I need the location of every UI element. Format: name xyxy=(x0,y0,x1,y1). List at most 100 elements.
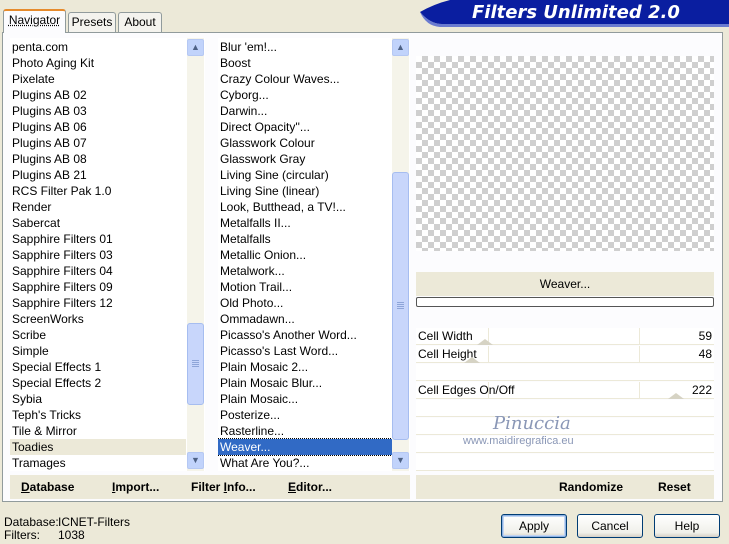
filter-list-item[interactable]: Picasso's Another Word... xyxy=(218,327,394,343)
filter-scrollbar[interactable]: ▲ ▼ xyxy=(392,38,409,471)
tab-about-label: About xyxy=(124,15,156,29)
category-list-item[interactable]: Sybia xyxy=(10,391,186,407)
category-list-item[interactable]: Special Effects 1 xyxy=(10,359,186,375)
category-list-item[interactable]: penta.com xyxy=(10,39,186,55)
category-list-item[interactable]: Render xyxy=(10,199,186,215)
param-cell-width[interactable]: Cell Width 59 xyxy=(416,328,714,345)
category-list-item[interactable]: Scribe xyxy=(10,327,186,343)
tab-navigator-label: Navigator xyxy=(8,13,61,27)
category-list-item[interactable]: Sapphire Filters 01 xyxy=(10,231,186,247)
filter-list-item[interactable]: Metalwork... xyxy=(218,263,394,279)
filter-scroll-thumb[interactable] xyxy=(392,172,409,440)
filter-list-item[interactable]: Blur 'em!... xyxy=(218,39,394,55)
category-list[interactable]: penta.com Photo Aging Kit Pixelate Plugins … xyxy=(10,38,205,471)
category-list-item[interactable]: Pixelate xyxy=(10,71,186,87)
tab-about[interactable]: About xyxy=(118,12,162,32)
category-list-item[interactable]: Sapphire Filters 04 xyxy=(10,263,186,279)
apply-button[interactable]: Apply xyxy=(501,514,567,538)
filter-list-item[interactable]: Glasswork Gray xyxy=(218,151,394,167)
category-list-item[interactable]: Plugins AB 08 xyxy=(10,151,186,167)
tab-presets[interactable]: Presets xyxy=(68,12,116,32)
filter-list-item[interactable]: What Are You?... xyxy=(218,455,394,471)
editor-button[interactable]: Editor... xyxy=(288,475,332,499)
category-scroll-thumb[interactable] xyxy=(187,323,204,405)
category-list-item[interactable]: Plugins AB 21 xyxy=(10,167,186,183)
filter-list-item[interactable]: Look, Butthead, a TV!... xyxy=(218,199,394,215)
filters-count-value: 1038 xyxy=(58,528,85,542)
filter-info-button[interactable]: Filter Info... xyxy=(191,475,256,499)
left-action-bar: Database Import... Filter Info... Editor… xyxy=(10,475,410,499)
preview-canvas xyxy=(416,56,714,251)
database-button[interactable]: Database xyxy=(21,475,74,499)
import-button[interactable]: Import... xyxy=(112,475,159,499)
category-list-item[interactable]: ScreenWorks xyxy=(10,311,186,327)
category-list-item[interactable]: Toadies xyxy=(10,439,186,455)
param-cell-edges[interactable]: Cell Edges On/Off 222 xyxy=(416,382,714,399)
category-list-item[interactable]: Special Effects 2 xyxy=(10,375,186,391)
category-list-item[interactable]: Teph's Tricks xyxy=(10,407,186,423)
filter-list-item[interactable]: Picasso's Last Word... xyxy=(218,343,394,359)
filter-list-item[interactable]: Rasterline... xyxy=(218,423,394,439)
filter-list-item[interactable]: Weaver... xyxy=(218,438,395,456)
filter-list-item[interactable]: Motion Trail... xyxy=(218,279,394,295)
slider-marker[interactable] xyxy=(477,339,493,345)
app-title: Filters Unlimited 2.0 xyxy=(472,2,680,23)
slider-marker[interactable] xyxy=(668,393,684,399)
slider-marker[interactable] xyxy=(464,357,480,363)
filter-list-item[interactable]: Old Photo... xyxy=(218,295,394,311)
category-list-item[interactable]: RCS Filter Pak 1.0 xyxy=(10,183,186,199)
category-list-item[interactable]: Sabercat xyxy=(10,215,186,231)
filter-list[interactable]: Blur 'em!... Boost Crazy Colour Waves... Cy… xyxy=(218,38,410,471)
chevron-up-icon[interactable]: ▲ xyxy=(187,39,204,56)
randomize-button[interactable]: Randomize xyxy=(559,475,623,499)
filter-list-item[interactable]: Metalfalls II... xyxy=(218,215,394,231)
filter-list-item[interactable]: Metallic Onion... xyxy=(218,247,394,263)
tab-navigator[interactable]: Navigator xyxy=(3,9,66,33)
help-button[interactable]: Help xyxy=(654,514,720,538)
filter-list-item[interactable]: Crazy Colour Waves... xyxy=(218,71,394,87)
filter-list-item[interactable]: Cyborg... xyxy=(218,87,394,103)
filter-list-item[interactable]: Living Sine (linear) xyxy=(218,183,394,199)
watermark-name: Pinuccia xyxy=(493,413,571,434)
category-scrollbar[interactable]: ▲ ▼ xyxy=(187,38,204,471)
database-label: Database: xyxy=(4,515,59,529)
category-list-item[interactable]: Plugins AB 02 xyxy=(10,87,186,103)
watermark-url: www.maidiregrafica.eu xyxy=(463,435,574,447)
filter-list-item[interactable]: Direct Opacity''... xyxy=(218,119,394,135)
filter-list-item[interactable]: Metalfalls xyxy=(218,231,394,247)
category-list-item[interactable]: Tile & Mirror xyxy=(10,423,186,439)
right-action-bar: Randomize Reset xyxy=(416,475,714,499)
filter-list-item[interactable]: Plain Mosaic... xyxy=(218,391,394,407)
chevron-up-icon[interactable]: ▲ xyxy=(392,39,409,56)
filter-list-item[interactable]: Living Sine (circular) xyxy=(218,167,394,183)
chevron-down-icon[interactable]: ▼ xyxy=(392,452,409,469)
category-list-item[interactable]: Plugins AB 07 xyxy=(10,135,186,151)
category-list-item[interactable]: Plugins AB 06 xyxy=(10,119,186,135)
category-list-item[interactable]: Sapphire Filters 03 xyxy=(10,247,186,263)
param-empty-5 xyxy=(416,454,714,471)
filter-list-item[interactable]: Plain Mosaic Blur... xyxy=(218,375,394,391)
reset-button[interactable]: Reset xyxy=(658,475,691,499)
filter-list-item[interactable]: Ommadawn... xyxy=(218,311,394,327)
chevron-down-icon[interactable]: ▼ xyxy=(187,452,204,469)
filters-count-label: Filters: xyxy=(4,528,40,542)
database-value: ICNET-Filters xyxy=(58,515,130,529)
filter-list-item[interactable]: Plain Mosaic 2... xyxy=(218,359,394,375)
param-empty-1 xyxy=(416,364,714,381)
category-list-item[interactable]: Sapphire Filters 09 xyxy=(10,279,186,295)
filter-list-item[interactable]: Posterize... xyxy=(218,407,394,423)
cancel-button[interactable]: Cancel xyxy=(577,514,643,538)
filter-list-item[interactable]: Boost xyxy=(218,55,394,71)
param-label: Cell Width xyxy=(418,329,473,343)
category-list-item[interactable]: Sapphire Filters 12 xyxy=(10,295,186,311)
param-cell-height[interactable]: Cell Height 48 xyxy=(416,346,714,363)
category-list-item[interactable]: Tramages xyxy=(10,455,186,471)
filter-list-item[interactable]: Darwin... xyxy=(218,103,394,119)
param-value: 59 xyxy=(698,329,712,343)
category-list-item[interactable]: Photo Aging Kit xyxy=(10,55,186,71)
category-list-item[interactable]: Simple xyxy=(10,343,186,359)
param-value: 48 xyxy=(698,347,712,361)
tab-presets-label: Presets xyxy=(71,15,113,29)
filter-list-item[interactable]: Glasswork Colour xyxy=(218,135,394,151)
category-list-item[interactable]: Plugins AB 03 xyxy=(10,103,186,119)
